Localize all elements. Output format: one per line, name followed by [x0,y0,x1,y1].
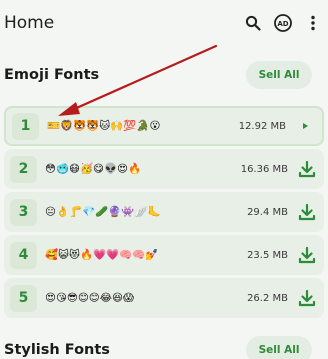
download-button[interactable] [294,199,320,225]
svg-text:AD: AD [277,20,288,28]
row-number: 1 [12,112,39,140]
file-size: 23.5 MB [247,249,288,261]
emoji-sell-all-button[interactable]: Sell All [246,61,312,89]
download-icon [298,160,316,178]
remove-ads-button[interactable]: AD [268,8,298,38]
stylish-sell-all-button[interactable]: Sell All [246,336,312,359]
page-title: Home [4,13,55,33]
file-size: 12.92 MB [238,120,286,132]
more-options-button[interactable] [298,8,328,38]
emoji-preview: 😳🥶😷🥳😋👽😍🔥 [45,163,142,175]
download-icon [298,289,316,307]
row-number: 5 [10,284,37,312]
play-icon [303,123,308,129]
font-row-3[interactable]: 3 😐👌🦵💎🥒🔮👾🪽🦶 29.4 MB [4,192,324,232]
play-button[interactable] [292,113,318,139]
ad-icon: AD [274,14,292,32]
download-button[interactable] [294,285,320,311]
section-title: Stylish Fonts [4,342,110,358]
emoji-fonts-header: Emoji Fonts Sell All [0,58,328,92]
app-bar: Home AD [0,0,328,46]
download-button[interactable] [294,242,320,268]
emoji-preview: 😐👌🦵💎🥒🔮👾🪽🦶 [45,206,161,218]
download-button[interactable] [294,156,320,182]
font-row-1[interactable]: 1 🎫🦁🐯🐯🐱🙌💯🐊😮 12.92 MB [4,106,324,146]
emoji-preview: 🎫🦁🐯🐯🐱🙌💯🐊😮 [47,120,161,132]
font-row-2[interactable]: 2 😳🥶😷🥳😋👽😍🔥 16.36 MB [4,149,324,189]
font-row-5[interactable]: 5 😍😘😎😊😊😂😆😱 26.2 MB [4,278,324,318]
emoji-preview: 🥰😺😻🔥💗💗🧠🧠💅 [45,249,159,261]
row-number: 2 [10,155,37,183]
file-size: 16.36 MB [240,163,288,175]
download-icon [298,246,316,264]
file-size: 29.4 MB [247,206,288,218]
file-size: 26.2 MB [247,292,288,304]
download-icon [298,203,316,221]
search-icon [245,15,261,31]
font-row-4[interactable]: 4 🥰😺😻🔥💗💗🧠🧠💅 23.5 MB [4,235,324,275]
stylish-fonts-header: Stylish Fonts Sell All [0,333,328,359]
app-bar-actions: AD [238,0,328,46]
search-button[interactable] [238,8,268,38]
section-title: Emoji Fonts [4,67,100,83]
row-number: 4 [10,241,37,269]
emoji-preview: 😍😘😎😊😊😂😆😱 [45,292,134,304]
more-vert-icon [311,15,315,31]
row-number: 3 [10,198,37,226]
